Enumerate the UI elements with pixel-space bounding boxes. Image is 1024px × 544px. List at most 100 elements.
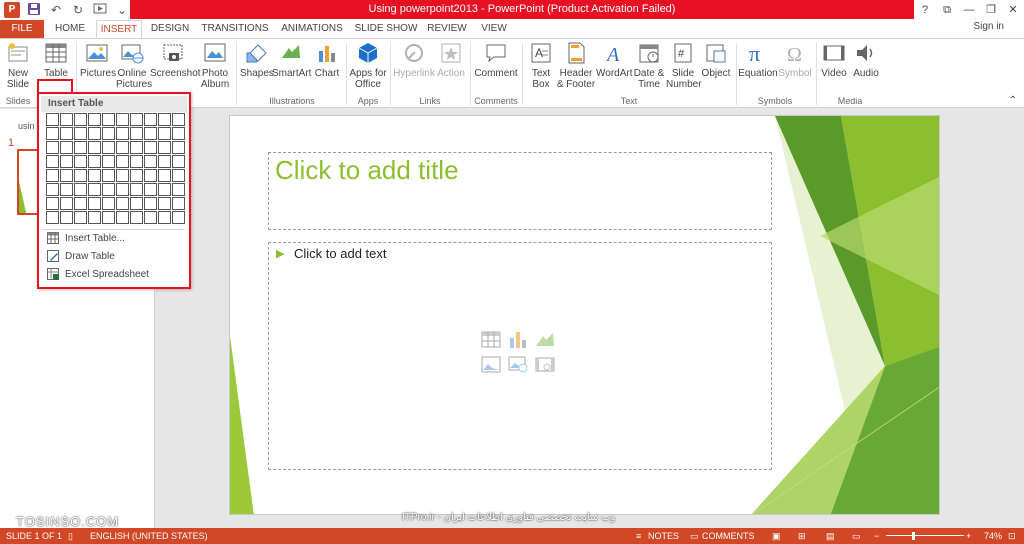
table-grid-cell[interactable] [88,197,101,210]
smartart-button[interactable]: SmartArt [272,41,311,79]
close-button[interactable]: ✕ [1002,0,1024,20]
content-placeholder[interactable]: ▶ Click to add text [268,242,772,470]
slide-canvas[interactable]: Click to add title ▶ Click to add text [229,115,940,515]
draw-table-menu-item[interactable]: Draw Table [47,249,115,265]
table-grid-cell[interactable] [144,211,157,224]
tab-review[interactable]: REVIEW [424,20,470,38]
table-grid-cell[interactable] [46,141,59,154]
table-grid-cell[interactable] [88,113,101,126]
table-grid-cell[interactable] [144,155,157,168]
table-grid-cell[interactable] [102,169,115,182]
tab-view[interactable]: VIEW [474,20,514,38]
table-grid-cell[interactable] [158,155,171,168]
excel-spreadsheet-menu-item[interactable]: Excel Spreadsheet [47,267,149,283]
table-grid-cell[interactable] [116,183,129,196]
table-grid-cell[interactable] [74,141,87,154]
screenshot-button[interactable]: Screenshot [150,41,201,79]
tab-slide-show[interactable]: SLIDE SHOW [352,20,420,38]
table-grid-cell[interactable] [130,155,143,168]
pictures-button[interactable]: Pictures [80,41,116,79]
undo-icon[interactable]: ↶ [48,2,64,18]
action-button[interactable]: Action [436,41,466,79]
table-grid-cell[interactable] [60,197,73,210]
sign-in-link[interactable]: Sign in [973,21,1004,32]
redo-icon[interactable]: ↻ [70,2,86,18]
table-grid-cell[interactable] [102,197,115,210]
table-grid-cell[interactable] [46,169,59,182]
table-size-grid[interactable] [46,113,185,224]
comments-button[interactable]: COMMENTS [702,528,755,544]
notes-button[interactable]: NOTES [648,528,679,544]
photo-album-button[interactable]: Photo Album [198,41,232,90]
online-pictures-button[interactable]: Online Pictures [116,41,152,90]
table-grid-cell[interactable] [46,155,59,168]
reading-view-icon[interactable]: ▤ [826,528,835,544]
insert-table-menu-item[interactable]: Insert Table... [47,231,125,247]
table-grid-cell[interactable] [144,183,157,196]
table-grid-cell[interactable] [46,211,59,224]
zoom-level[interactable]: 74% [984,528,1002,544]
tab-design[interactable]: DESIGN [146,20,194,38]
audio-button[interactable]: Audio [850,41,882,79]
tab-animations[interactable]: ANIMATIONS [276,20,348,38]
fit-slide-icon[interactable]: ⊡ [1008,528,1016,544]
table-grid-cell[interactable] [116,141,129,154]
table-grid-cell[interactable] [172,211,185,224]
table-grid-cell[interactable] [88,127,101,140]
table-grid-cell[interactable] [60,183,73,196]
customize-qat-icon[interactable]: ⌄ [114,2,130,18]
zoom-slider-thumb[interactable] [912,532,915,540]
insert-video-icon[interactable] [535,356,555,373]
table-grid-cell[interactable] [88,183,101,196]
date-time-button[interactable]: Date & Time [632,41,666,90]
equation-button[interactable]: π Equation [738,41,778,79]
table-grid-cell[interactable] [144,169,157,182]
table-grid-cell[interactable] [46,127,59,140]
table-grid-cell[interactable] [172,197,185,210]
table-grid-cell[interactable] [46,113,59,126]
table-grid-cell[interactable] [130,169,143,182]
tab-home[interactable]: HOME [48,20,92,38]
table-grid-cell[interactable] [144,141,157,154]
comment-button[interactable]: Comment [472,41,520,79]
table-grid-cell[interactable] [60,155,73,168]
table-grid-cell[interactable] [88,169,101,182]
tab-file[interactable]: FILE [0,20,44,38]
table-grid-cell[interactable] [116,155,129,168]
table-grid-cell[interactable] [172,113,185,126]
insert-smartart-icon[interactable] [535,331,555,348]
table-grid-cell[interactable] [46,183,59,196]
header-footer-button[interactable]: Header & Footer [556,41,596,90]
table-grid-cell[interactable] [158,211,171,224]
minimize-button[interactable]: — [958,0,980,20]
spell-check-icon[interactable]: ▯ [68,528,73,544]
table-grid-cell[interactable] [74,183,87,196]
tab-transitions[interactable]: TRANSITIONS [198,20,272,38]
table-grid-cell[interactable] [172,141,185,154]
table-button[interactable]: Table [40,41,72,79]
video-button[interactable]: Video [818,41,850,79]
table-grid-cell[interactable] [158,127,171,140]
table-grid-cell[interactable] [144,113,157,126]
table-grid-cell[interactable] [116,197,129,210]
table-grid-cell[interactable] [130,113,143,126]
table-grid-cell[interactable] [130,183,143,196]
table-grid-cell[interactable] [116,211,129,224]
table-grid-cell[interactable] [116,169,129,182]
language-status[interactable]: ENGLISH (UNITED STATES) [90,528,208,544]
comments-icon[interactable]: ▭ [690,528,699,544]
table-grid-cell[interactable] [88,155,101,168]
zoom-in-icon[interactable]: + [966,528,971,544]
chart-button[interactable]: Chart [312,41,342,79]
table-grid-cell[interactable] [130,211,143,224]
shapes-button[interactable]: Shapes [240,41,274,79]
symbol-button[interactable]: Ω Symbol [778,41,812,79]
title-placeholder[interactable]: Click to add title [268,152,772,230]
table-grid-cell[interactable] [74,197,87,210]
table-grid-cell[interactable] [158,169,171,182]
slide-thumbnail[interactable] [17,149,39,215]
table-grid-cell[interactable] [102,211,115,224]
table-grid-cell[interactable] [74,155,87,168]
ribbon-display-options-button[interactable]: ⧉ [936,0,958,20]
hyperlink-button[interactable]: Hyperlink [392,41,436,79]
